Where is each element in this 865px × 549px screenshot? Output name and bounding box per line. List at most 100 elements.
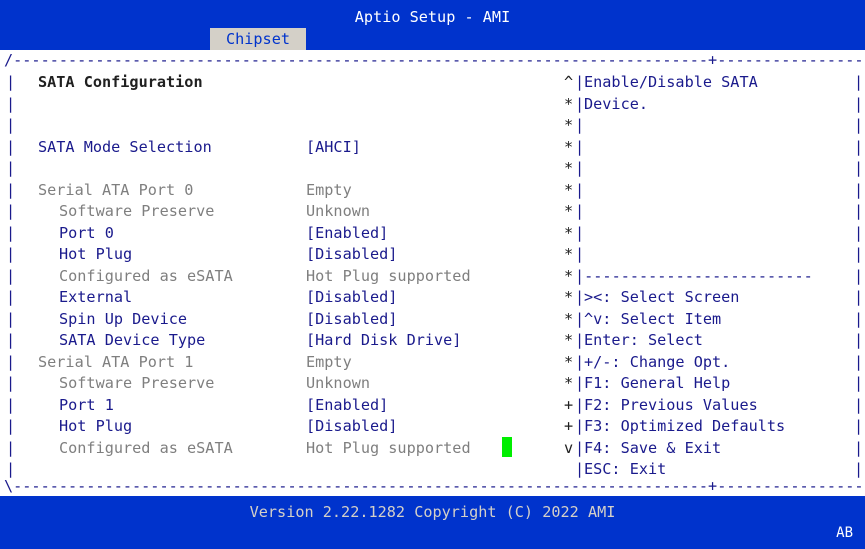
frame-right-edge: | <box>854 202 861 220</box>
setting-value-external[interactable]: [Disabled] <box>306 287 397 307</box>
setting-label-configured-as-esata: Configured as eSATA <box>59 266 233 285</box>
help-divider-bar: | <box>575 94 585 113</box>
help-divider-bar: | <box>575 417 585 435</box>
help-divider-bar: | <box>575 288 585 306</box>
frame-bottom: \---------------------------------------… <box>4 477 861 495</box>
help-divider-bar: | <box>575 223 585 242</box>
text-cursor <box>502 436 512 457</box>
frame-left-edge: | <box>6 223 16 242</box>
frame-left-edge: | <box>6 116 16 134</box>
frame-left-edge: | <box>6 417 16 435</box>
scroll-indicator: * <box>564 223 574 242</box>
frame-right-edge: | <box>854 288 861 306</box>
frame-left-edge: | <box>6 202 16 220</box>
frame-right-edge: | <box>854 223 861 242</box>
help-divider-bar: | <box>575 331 585 349</box>
frame-right-edge: | <box>854 73 861 91</box>
help-divider-bar: | <box>575 352 585 371</box>
setup-panel: /---------------------------------------… <box>4 50 861 496</box>
frame-right-edge: | <box>854 94 861 113</box>
setting-label-port-0[interactable]: Port 0 <box>59 223 114 243</box>
frame-right-edge: | <box>854 116 861 134</box>
scroll-indicator: + <box>564 417 574 435</box>
scroll-indicator: ^ <box>564 73 574 91</box>
key-help-item: ESC: Exit <box>584 460 667 478</box>
help-text: Device. <box>584 94 649 113</box>
key-help-item: F3: Optimized Defaults <box>584 417 786 435</box>
frame-right-edge: | <box>854 245 861 263</box>
scroll-indicator: * <box>564 374 574 392</box>
setting-label-sata-controller-s[interactable]: SATA Controller(s) <box>38 115 203 135</box>
setting-value-port-0[interactable]: [Enabled] <box>306 223 388 243</box>
setting-label-spin-up-device[interactable]: Spin Up Device <box>59 309 187 329</box>
scroll-indicator: * <box>564 180 574 199</box>
frame-left-edge: | <box>6 309 16 328</box>
section-title: SATA Configuration <box>38 73 203 91</box>
scroll-indicator: * <box>564 266 574 285</box>
frame-right-edge: | <box>854 331 861 349</box>
frame-left-edge: | <box>6 73 16 91</box>
frame-left-edge: | <box>6 266 16 285</box>
key-help-item: F2: Previous Values <box>584 395 758 414</box>
scroll-indicator: * <box>564 116 574 134</box>
setting-value-sata-device-type[interactable]: [Hard Disk Drive] <box>306 330 461 350</box>
help-divider-bar: | <box>575 116 585 134</box>
app-title: Aptio Setup - AMI <box>354 8 511 26</box>
frame-top: /---------------------------------------… <box>4 51 861 69</box>
setting-label-software-preserve: Software Preserve <box>59 202 215 220</box>
setting-value-hot-plug[interactable]: [Disabled] <box>306 416 397 436</box>
frame-left-edge: | <box>6 395 16 414</box>
setting-label-serial-ata-port-1: Serial ATA Port 1 <box>38 352 194 371</box>
setting-label-hot-plug[interactable]: Hot Plug <box>59 416 132 436</box>
scroll-indicator: + <box>564 395 574 414</box>
setting-label-configured-as-esata: Configured as eSATA <box>59 438 233 457</box>
setting-label-port-1[interactable]: Port 1 <box>59 395 114 415</box>
help-divider-bar: | <box>575 460 585 478</box>
help-divider-bar: | <box>575 73 585 91</box>
footer-bar: Version 2.22.1282 Copyright (C) 2022 AMI… <box>0 496 865 549</box>
setting-label-sata-mode-selection[interactable]: SATA Mode Selection <box>38 137 212 157</box>
setting-label-sata-device-type[interactable]: SATA Device Type <box>59 330 205 350</box>
setting-value-spin-up-device[interactable]: [Disabled] <box>306 309 397 329</box>
frame-right-edge: | <box>854 438 861 457</box>
help-divider-line: |------------------------- <box>575 266 813 285</box>
key-help-item: ^v: Select Item <box>584 309 722 328</box>
key-help-item: F4: Save & Exit <box>584 438 722 457</box>
tab-chipset[interactable]: Chipset <box>210 28 306 50</box>
frame-right-edge: | <box>854 352 861 371</box>
frame-right-edge: | <box>854 309 861 328</box>
frame-left-edge: | <box>6 331 16 349</box>
setting-value-sata-mode-selection[interactable]: [AHCI] <box>306 137 361 157</box>
scroll-indicator: * <box>564 159 574 177</box>
setting-label-hot-plug[interactable]: Hot Plug <box>59 244 132 264</box>
help-divider-bar: | <box>575 309 585 328</box>
setting-value-port-1[interactable]: [Enabled] <box>306 395 388 415</box>
ab-badge: AB <box>836 525 853 541</box>
key-help-item: Enter: Select <box>584 331 703 349</box>
setting-value-hot-plug[interactable]: [Disabled] <box>306 244 397 264</box>
scroll-indicator: * <box>564 309 574 328</box>
setting-value-sata-controller-s[interactable]: [Enabled] <box>306 115 388 135</box>
frame-left-edge: | <box>6 137 16 156</box>
setting-value-software-preserve: Unknown <box>306 374 371 392</box>
scroll-indicator: * <box>564 331 574 349</box>
frame-right-edge: | <box>854 180 861 199</box>
setting-value-serial-ata-port-1: Empty <box>306 352 352 371</box>
help-divider-bar: | <box>575 202 585 220</box>
frame-left-edge: | <box>6 352 16 371</box>
frame-right-edge: | <box>854 266 861 285</box>
frame-right-edge: | <box>854 395 861 414</box>
frame-right-edge: | <box>854 137 861 156</box>
frame-right-edge: | <box>854 374 861 392</box>
help-divider-bar: | <box>575 159 585 177</box>
key-help-item: +/-: Change Opt. <box>584 352 731 371</box>
help-divider-bar: | <box>575 395 585 414</box>
frame-right-edge: | <box>854 460 861 478</box>
frame-left-edge: | <box>6 94 16 113</box>
scroll-indicator: * <box>564 288 574 306</box>
scroll-indicator: * <box>564 202 574 220</box>
setting-label-external[interactable]: External <box>59 287 132 307</box>
setting-value-serial-ata-port-0: Empty <box>306 180 352 199</box>
setting-value-configured-as-esata: Hot Plug supported <box>306 438 471 457</box>
title-bar: Aptio Setup - AMI Chipset <box>0 0 865 50</box>
